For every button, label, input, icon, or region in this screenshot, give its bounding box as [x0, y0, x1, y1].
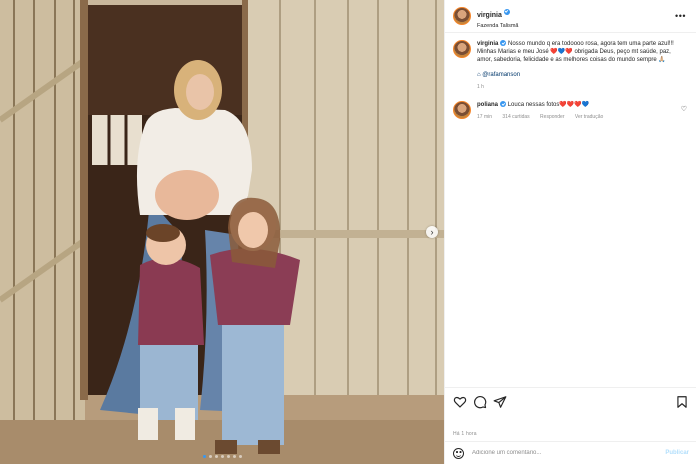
translate-button[interactable]: Ver tradução	[575, 114, 603, 120]
post-photo-image	[0, 0, 444, 464]
more-options-icon[interactable]: •••	[675, 11, 686, 21]
post-timestamp[interactable]: Há 1 hora	[453, 431, 689, 437]
commenter-avatar[interactable]	[453, 101, 471, 119]
carousel-dot	[214, 455, 218, 458]
bookmark-icon[interactable]	[675, 395, 689, 409]
caption: virginia Nosso mundo q era todoooo rosa,…	[453, 40, 689, 91]
tagged-user-link[interactable]: @rafamanson	[482, 72, 520, 78]
post-photo[interactable]: ›	[0, 0, 444, 464]
post-actions: Há 1 hora	[445, 387, 696, 437]
caption-username[interactable]: virginia	[477, 41, 498, 47]
comment-time: 17 min	[477, 114, 493, 120]
verified-badge-icon	[500, 101, 507, 108]
emoji-icon[interactable]	[453, 447, 464, 459]
caption-text: Nosso mundo q era todoooo rosa, agora te…	[477, 41, 674, 63]
tagged-user[interactable]: ⌂ @rafamanson	[477, 71, 682, 79]
author-avatar[interactable]	[453, 7, 471, 25]
add-comment-bar: Publicar	[445, 441, 696, 464]
post-sidebar: virginia Fazenda Talismã ••• virginia No…	[444, 0, 696, 464]
carousel-next-button[interactable]: ›	[426, 226, 438, 238]
comment-text: Louca nessas fotos❤️❤️❤️💙	[507, 102, 590, 108]
heart-icon[interactable]	[453, 395, 467, 409]
chevron-right-icon: ›	[430, 227, 434, 237]
caption-time: 1 h	[477, 84, 484, 90]
comment-icon[interactable]	[473, 395, 487, 409]
carousel-dot	[208, 455, 212, 458]
carousel-dot	[238, 455, 242, 458]
carousel-dot	[202, 455, 206, 458]
carousel-dot	[226, 455, 230, 458]
publish-button[interactable]: Publicar	[665, 450, 689, 456]
comment-likes[interactable]: 314 curtidas	[502, 114, 529, 120]
comments-section: virginia Nosso mundo q era todoooo rosa,…	[445, 34, 696, 387]
reply-button[interactable]: Responder	[540, 114, 564, 120]
carousel-indicator	[0, 455, 444, 458]
commenter-username[interactable]: poliana	[477, 102, 498, 108]
post-location[interactable]: Fazenda Talismã	[477, 23, 518, 29]
share-icon[interactable]	[493, 395, 507, 409]
comment-input[interactable]	[472, 450, 666, 456]
comment-like-heart-icon[interactable]: ♡	[681, 105, 687, 113]
carousel-dot	[232, 455, 236, 458]
author-username[interactable]: virginia	[477, 12, 502, 19]
verified-badge-icon	[500, 40, 507, 47]
tag-icon: ⌂	[477, 72, 481, 78]
carousel-dot	[220, 455, 224, 458]
verified-badge-icon	[503, 9, 510, 16]
post-header: virginia Fazenda Talismã •••	[445, 0, 696, 33]
caption-author-avatar[interactable]	[453, 40, 471, 58]
comment-item: poliana Louca nessas fotos❤️❤️❤️💙 17 min…	[453, 101, 689, 121]
